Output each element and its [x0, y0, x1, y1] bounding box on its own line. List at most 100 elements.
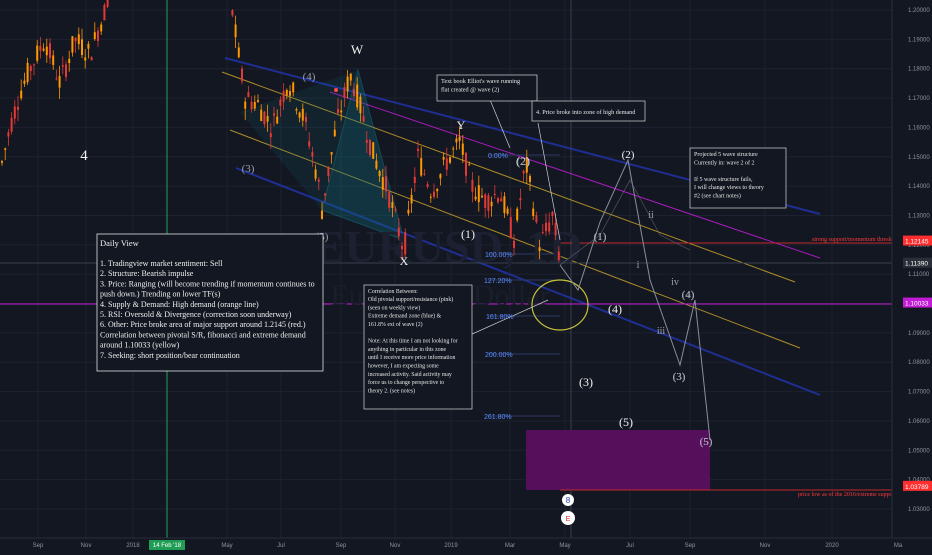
candle-body: [234, 24, 237, 38]
candle-body: [509, 217, 512, 239]
price-tick-label: 1.09000: [908, 331, 930, 337]
candle-body: [442, 157, 445, 160]
candle-body: [439, 174, 442, 179]
candle-body: [445, 158, 448, 170]
candle-body: [276, 116, 279, 124]
candle-body: [257, 100, 259, 102]
wave-label-alt: iv: [671, 277, 679, 288]
price-tick-label: 1.13000: [908, 213, 930, 219]
time-tick-label: Nov: [81, 543, 92, 549]
correlation-note-text: increased activity. Said activity may: [368, 372, 452, 378]
wave-label: X: [400, 254, 409, 268]
time-tick-label: Nov: [760, 543, 771, 549]
candle-body: [378, 171, 381, 177]
price-tick-label: 1.03000: [908, 507, 930, 513]
wave-label-alt: (4): [303, 71, 316, 83]
candle-body: [353, 89, 355, 96]
wave-label-alt: i: [637, 260, 640, 271]
wave-label: (2): [622, 149, 635, 161]
textbook-note-text: Text book Elliot's wave running: [441, 78, 520, 85]
price-badge-label: 1.12145: [905, 239, 929, 246]
fib-label: 100.00%: [485, 252, 513, 259]
price-tick-label: 1.19000: [908, 37, 930, 43]
candle-body: [369, 139, 371, 155]
candle-body: [375, 160, 378, 169]
candle-body: [29, 66, 32, 72]
candle-body: [356, 84, 359, 108]
candle-body: [423, 173, 426, 175]
candle-body: [551, 212, 554, 216]
candle-body: [324, 193, 327, 196]
candle-body: [231, 10, 234, 16]
wave-label-alt: (4): [682, 289, 695, 301]
wave-label: (5): [619, 415, 633, 429]
candle-body: [68, 58, 71, 64]
candle-body: [468, 164, 471, 166]
time-tick-label: Ma: [894, 543, 903, 549]
candle-body: [39, 45, 42, 51]
candle-body: [263, 111, 266, 125]
candle-body: [23, 80, 26, 84]
candle-body: [26, 62, 29, 83]
candle-body: [391, 202, 394, 209]
time-tick-label: May: [559, 543, 570, 549]
wave-label-alt: (1): [594, 231, 607, 243]
candle-body: [289, 90, 291, 96]
candle-body: [77, 34, 80, 45]
candle-body: [372, 142, 375, 159]
candle-body: [10, 118, 13, 132]
candle-body: [420, 158, 423, 176]
daily-view-line: 7. Seeking: short position/bear continua…: [100, 351, 240, 360]
chart-area[interactable]: EURUSD, 1DEuro / U.S. Dollar 0.00%100.00…: [0, 0, 932, 550]
candle-body: [474, 196, 477, 200]
textbook-note-text: flat created @ wave (2): [441, 87, 499, 94]
time-tick-label: 2020: [825, 543, 839, 549]
candle-body: [314, 169, 317, 179]
wave-label: (1): [461, 227, 475, 241]
correlation-note-text: Note: At this time I am not looking for: [368, 338, 458, 345]
wave-label-alt: (3): [242, 163, 255, 175]
candle-body: [532, 208, 535, 217]
time-tick-label: Sep: [33, 543, 44, 549]
candle-body: [84, 57, 87, 61]
candle-body: [298, 112, 301, 118]
wave-label: (4): [608, 302, 622, 316]
time-axis[interactable]: Sep Nov 2018 14 Feb '18 May Jul Sep Nov 2019 Mar M…: [0, 537, 932, 550]
price-tick-label: 1.11000: [908, 272, 930, 278]
candle-body: [487, 195, 490, 211]
correlation-note-text: theory 2. (see notes): [368, 387, 415, 394]
candle-body: [452, 148, 455, 150]
wave-label: (3): [579, 375, 593, 389]
candle-body: [237, 47, 240, 58]
wave-label-alt: ii: [648, 210, 654, 221]
daily-view-line: 1. Tradingview market sentiment: Sell: [100, 259, 223, 268]
candle-body: [327, 166, 330, 177]
event-badge-label: 8: [566, 496, 571, 505]
candle-body: [13, 106, 16, 119]
candle-body: [436, 189, 439, 192]
wave-label: 4: [80, 148, 88, 164]
time-tick-label: Jul: [277, 543, 285, 549]
extreme-demand-zone: [526, 430, 710, 490]
wave-label: W: [351, 42, 364, 57]
time-tick-label: 2018: [126, 543, 140, 549]
time-tick-label: Nov: [390, 543, 401, 549]
price-chart[interactable]: EURUSD, 1DEuro / U.S. Dollar 0.00%100.00…: [0, 0, 932, 550]
daily-view-line: 2. Structure: Bearish impulse: [100, 269, 194, 278]
daily-view-line: 4. Supply & Demand: High demand (orange …: [100, 300, 259, 309]
candle-body: [557, 251, 560, 261]
candle-body: [97, 30, 99, 42]
candle-body: [522, 170, 525, 174]
candle-body: [394, 208, 397, 211]
price-axis[interactable]: 1.20000 1.19000 1.18000 1.17000 1.16000 1.150…: [891, 0, 932, 550]
candle-body: [404, 232, 407, 255]
candle-body: [100, 24, 103, 32]
candle-body: [58, 75, 61, 88]
watermark-symbol: EURUSD, 1D: [314, 221, 582, 272]
candle-body: [461, 143, 464, 155]
candle-body: [260, 109, 263, 122]
candle-body: [410, 194, 413, 204]
candle-body: [343, 87, 346, 98]
candle-body: [20, 90, 23, 99]
time-axis-bg: [0, 538, 932, 550]
